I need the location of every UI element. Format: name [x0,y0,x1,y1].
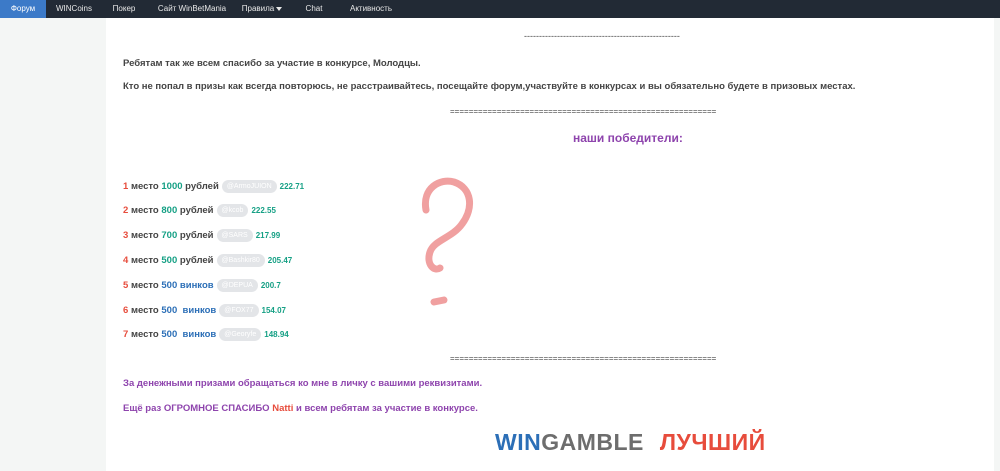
final-thanks-line: Ещё раз ОГРОМНОЕ СПАСИБО Natti и всем ре… [123,403,478,414]
logo-win: WIN [495,429,542,455]
final-thanks-post: и всем ребятам за участие в конкурсе. [295,403,478,414]
separator-eq-top: ========================================… [450,107,717,116]
nav-item-rules-label: Правила [241,4,275,13]
winner-row: 5 место 500 винков @DEPUA 200.7 [123,279,281,292]
winner-amount: 500 [161,255,178,267]
winner-unit: рублей [185,181,219,193]
nav-item-winbetmania[interactable]: Сайт WinBetMania [150,0,234,18]
winner-place: 4 [123,255,129,267]
winner-amount: 500 [161,305,178,317]
winner-amount: 500 [161,280,178,292]
nav-item-poker[interactable]: Покер [104,0,144,18]
winner-mesto: место [130,181,159,193]
winner-amount: 500 [161,329,178,341]
thanks-line: Ребятам так же всем спасибо за участие в… [123,58,421,69]
winner-score: 222.55 [251,206,276,216]
nav-item-chat[interactable]: Chat [296,0,332,18]
winner-score: 222.71 [279,182,305,192]
winner-score: 148.94 [264,330,289,340]
winner-mesto: место [130,230,159,242]
winner-amount: 1000 [161,181,183,193]
winner-row: 2 место 800 рублей @kcob 222.55 [123,204,276,217]
winner-place: 2 [123,205,129,217]
consolation-line: Кто не попал в призы как всегда повторюс… [123,81,856,92]
winner-score: 200.7 [260,281,281,291]
winner-place: 5 [123,280,129,292]
winner-place: 1 [123,181,129,193]
winner-row: 4 место 500 рублей @Bashkir80 205.47 [123,254,292,267]
winners-title: наши победители: [573,131,683,145]
top-navbar: Форум WINCoins Покер Сайт WinBetMania Пр… [0,0,1000,18]
winner-place: 7 [123,329,129,341]
winner-row: 1 место 1000 рублей @ArmoJUION 222.71 [123,180,304,193]
winner-mesto: место [130,305,159,317]
question-mark-drawing [421,177,473,306]
winner-mesto: место [130,205,159,217]
winner-score: 205.47 [267,256,293,266]
winner-score: 217.99 [255,231,281,241]
winner-unit: рублей [179,205,214,217]
winner-amount: 800 [161,205,178,217]
post-content: ----------------------------------------… [106,18,994,471]
natti-name: Natti [272,403,294,414]
winner-place: 3 [123,230,129,242]
user-mention[interactable]: @Bashkir80 [216,254,265,267]
logo-best: ЛУЧШИЙ [659,429,766,455]
winner-unit: рублей [179,230,214,242]
final-thanks-pre: Ещё раз ОГРОМНОЕ СПАСИБО [123,403,270,414]
winner-score: 154.07 [261,306,286,316]
winner-unit: рублей [179,255,214,267]
winner-mesto: место [130,329,159,341]
user-mention[interactable]: @kcob [216,204,249,217]
winner-mesto: место [130,280,159,292]
winner-unit: винков [182,305,217,317]
user-mention[interactable]: @SARS [216,229,253,242]
chevron-down-icon [276,6,283,11]
winner-row: 3 место 700 рублей @SARS 217.99 [123,229,280,242]
user-mention[interactable]: @Georyfe [219,328,262,341]
nav-item-activity[interactable]: Активность [340,0,402,18]
winner-amount: 700 [161,230,178,242]
user-mention[interactable]: @ArmoJUION [221,180,277,193]
wingamble-logo: WINGAMBLE ЛУЧШИЙ [495,429,766,456]
winner-unit: винков [182,329,217,341]
contact-line: За денежными призами обращаться ко мне в… [123,378,483,389]
nav-item-rules[interactable]: Правила [238,0,286,18]
winner-row: 7 место 500 винков @Georyfe 148.94 [123,328,289,341]
nav-item-wincoins[interactable]: WINCoins [48,0,100,18]
winner-unit: винков [179,280,214,292]
user-mention[interactable]: @FOX77 [219,304,259,317]
nav-item-forum[interactable]: Форум [0,0,46,18]
winner-row: 6 место 500 винков @FOX77 154.07 [123,304,286,317]
separator-eq-bottom: ========================================… [450,354,717,363]
winner-place: 6 [123,305,129,317]
separator-dash: ----------------------------------------… [524,31,680,41]
user-mention[interactable]: @DEPUA [216,279,258,292]
logo-gamble: GAMBLE [541,429,644,455]
winner-mesto: место [130,255,159,267]
